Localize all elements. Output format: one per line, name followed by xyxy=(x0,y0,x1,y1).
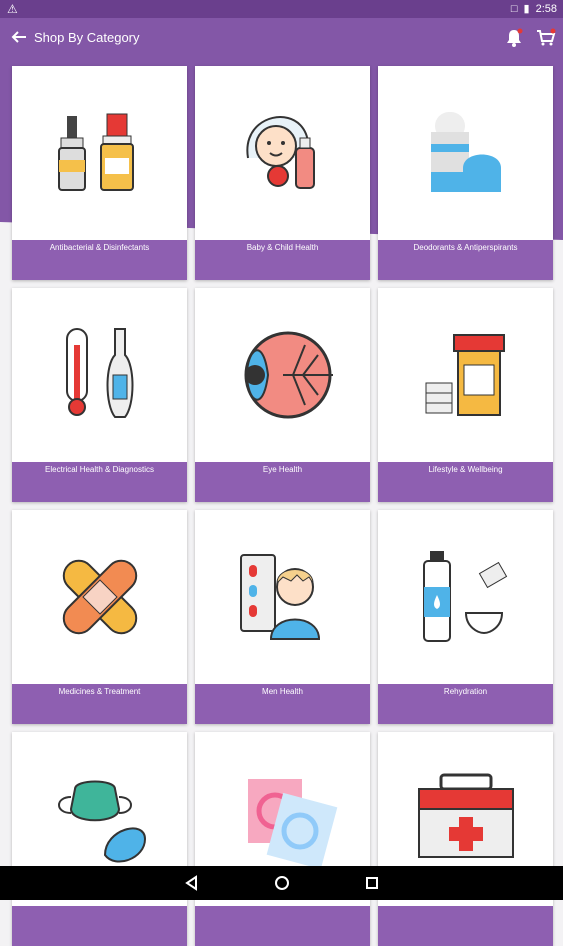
category-label xyxy=(195,906,370,946)
category-label: Baby & Child Health xyxy=(195,240,370,280)
bandage-icon xyxy=(12,510,187,684)
category-card[interactable]: Rehydration xyxy=(378,510,553,724)
back-arrow-icon[interactable] xyxy=(8,26,30,48)
category-label: Medicines & Treatment xyxy=(12,684,187,724)
warning-icon: ⚠ xyxy=(7,2,18,16)
man-pills-icon xyxy=(195,510,370,684)
home-nav-icon[interactable] xyxy=(274,875,290,891)
category-card[interactable] xyxy=(12,732,187,946)
category-label: Men Health xyxy=(195,684,370,724)
eyeball-icon xyxy=(195,288,370,462)
category-card[interactable] xyxy=(195,732,370,946)
app-bar: Shop By Category xyxy=(0,18,563,60)
system-nav-bar xyxy=(0,866,563,900)
eye-drop-bottles-icon xyxy=(12,66,187,240)
cart-icon[interactable] xyxy=(536,28,556,48)
category-label: Eye Health xyxy=(195,462,370,502)
category-label: Deodorants & Antiperspirants xyxy=(378,240,553,280)
notification-bell-icon[interactable] xyxy=(505,28,523,48)
category-label: Antibacterial & Disinfectants xyxy=(12,240,187,280)
category-card[interactable]: Baby & Child Health xyxy=(195,66,370,280)
category-label: Lifestyle & Wellbeing xyxy=(378,462,553,502)
no-sim-icon: □ xyxy=(510,2,518,15)
page-title: Shop By Category xyxy=(34,30,140,45)
category-label: Electrical Health & Diagnostics xyxy=(12,462,187,502)
battery-icon: ▮ xyxy=(523,3,530,15)
category-card[interactable]: Lifestyle & Wellbeing xyxy=(378,288,553,502)
category-card[interactable] xyxy=(378,732,553,946)
deodorant-icon xyxy=(378,66,553,240)
recents-nav-icon[interactable] xyxy=(364,875,380,891)
category-label: Rehydration xyxy=(378,684,553,724)
category-card[interactable]: Men Health xyxy=(195,510,370,724)
thermometer-icon xyxy=(12,288,187,462)
water-bottle-sachet-icon xyxy=(378,510,553,684)
back-nav-icon[interactable] xyxy=(184,875,200,891)
category-card[interactable]: Antibacterial & Disinfectants xyxy=(12,66,187,280)
category-card[interactable]: Electrical Health & Diagnostics xyxy=(12,288,187,502)
baby-bottle-icon xyxy=(195,66,370,240)
pill-bottle-icon xyxy=(378,288,553,462)
category-card[interactable]: Medicines & Treatment xyxy=(12,510,187,724)
category-label xyxy=(12,906,187,946)
category-card[interactable]: Deodorants & Antiperspirants xyxy=(378,66,553,280)
status-bar: ⚠ □ ▮ 2:58 xyxy=(0,0,563,18)
status-time: 2:58 xyxy=(535,2,557,15)
category-label xyxy=(378,906,553,946)
category-card[interactable]: Eye Health xyxy=(195,288,370,502)
